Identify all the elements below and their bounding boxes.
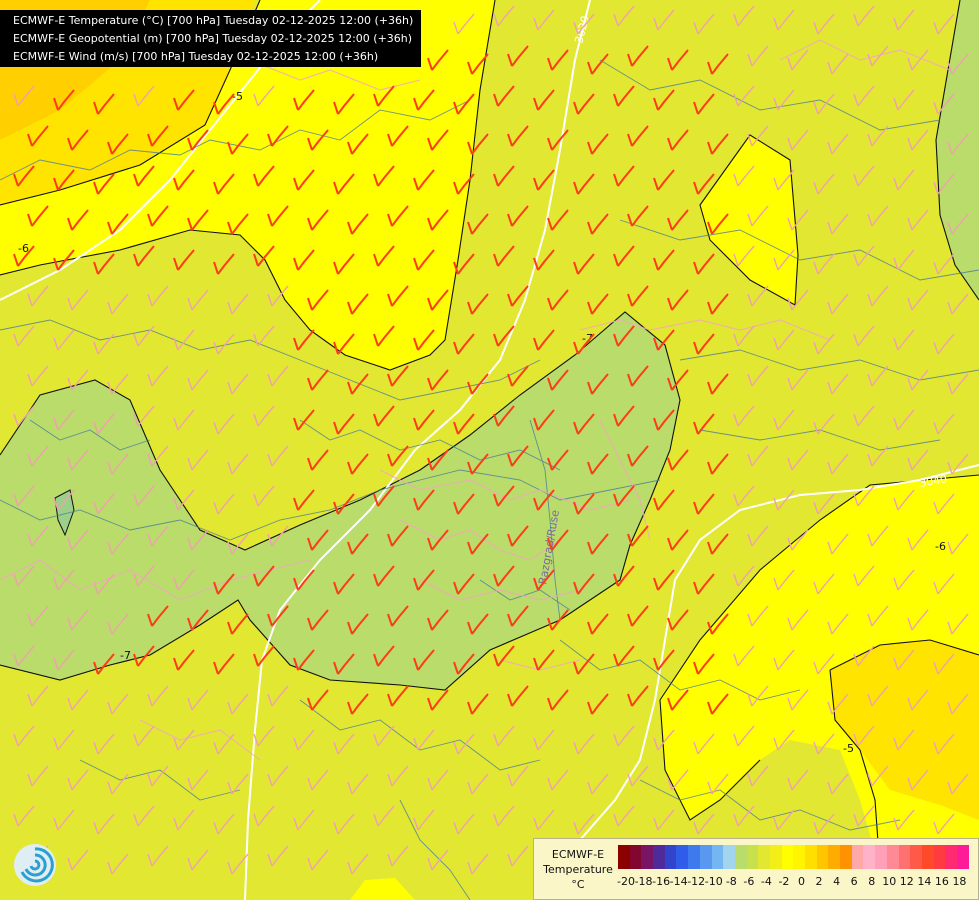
legend-tick-label: -12	[687, 875, 706, 888]
legend-tick-label: 18	[952, 875, 967, 888]
legend-swatch	[805, 845, 817, 869]
legend-swatch	[746, 845, 759, 869]
ecmwf-logo	[14, 844, 56, 886]
legend-swatch	[758, 845, 770, 869]
legend-title: ECMWF-E Temperature °C	[539, 847, 617, 892]
legend-swatch	[898, 845, 911, 869]
legend-swatch	[875, 845, 887, 869]
temperature-legend: ECMWF-E Temperature °C -20 -18 -16 -14 -12 -1…	[533, 838, 979, 900]
legend-tick-label: -8	[725, 875, 737, 888]
legend-swatch	[769, 845, 782, 869]
legend-tick-label: 10	[882, 875, 897, 888]
legend-swatch	[840, 845, 852, 869]
legend-tick-label: -20	[617, 875, 635, 888]
legend-tick-label: -10	[704, 875, 723, 888]
legend-tick-label: -16	[652, 875, 671, 888]
legend-swatch	[653, 845, 665, 869]
legend-swatch	[699, 845, 712, 869]
legend-tick-label: -18	[634, 875, 653, 888]
header-temperature: ECMWF-E Temperature (°C) [700 hPa] Tuesd…	[13, 14, 414, 27]
legend-tick-label: 16	[934, 875, 949, 888]
isotherm-label: -7	[120, 649, 131, 662]
legend-swatch	[933, 845, 946, 869]
legend-tick-label: 0	[798, 875, 805, 888]
legend-swatch	[723, 845, 735, 869]
chart-header: ECMWF-E Temperature (°C) [700 hPa] Tuesd…	[0, 10, 421, 67]
weather-map: -5 -6 -7 -6 -5 -7 3020 3040 Razgrad/Ruse	[0, 0, 979, 900]
legend-swatch	[641, 845, 654, 869]
legend-model: ECMWF-E	[551, 848, 605, 861]
legend-swatch	[945, 845, 957, 869]
legend-swatch	[781, 845, 794, 869]
legend-color-scale	[618, 845, 969, 869]
legend-unit: °C	[571, 878, 585, 891]
legend-swatch	[676, 845, 689, 869]
legend-swatch	[910, 845, 922, 869]
legend-swatch	[956, 845, 969, 869]
legend-tick-label: 12	[899, 875, 914, 888]
legend-swatch	[734, 845, 747, 869]
legend-swatch	[863, 845, 876, 869]
legend-swatch	[629, 845, 642, 869]
legend-swatch	[921, 845, 934, 869]
legend-ticks: -20 -18 -16 -14 -12 -10 -8 -6 -4 -2 0 2 4 6 8 10 12 14 16 1…	[617, 875, 968, 889]
legend-swatch	[886, 845, 899, 869]
legend-tick-label: 2	[815, 875, 823, 888]
legend-tick-label: 6	[850, 875, 858, 888]
legend-tick-label: 14	[917, 875, 932, 888]
header-geopotential: ECMWF-E Geopotential (m) [700 hPa] Tuesd…	[13, 32, 413, 45]
legend-swatch	[711, 845, 724, 869]
legend-tick-label: -6	[743, 875, 755, 888]
legend-swatch	[688, 845, 700, 869]
isotherm-label: -5	[232, 90, 243, 103]
legend-swatch	[816, 845, 829, 869]
legend-tick-label: 8	[868, 875, 876, 888]
legend-swatch	[793, 845, 805, 869]
isotherm-label: -5	[843, 742, 854, 755]
legend-swatch	[664, 845, 677, 869]
legend-tick-label: -2	[778, 875, 790, 888]
legend-variable: Temperature	[543, 863, 613, 876]
legend-swatch	[828, 845, 841, 869]
legend-swatch	[618, 845, 630, 869]
legend-tick-label: -14	[669, 875, 688, 888]
legend-tick-label: -4	[760, 875, 772, 888]
isotherm-label: -6	[935, 540, 946, 553]
legend-tick-label: 4	[833, 875, 841, 888]
header-wind: ECMWF-E Wind (m/s) [700 hPa] Tuesday 02-…	[13, 50, 379, 63]
legend-swatch	[851, 845, 864, 869]
